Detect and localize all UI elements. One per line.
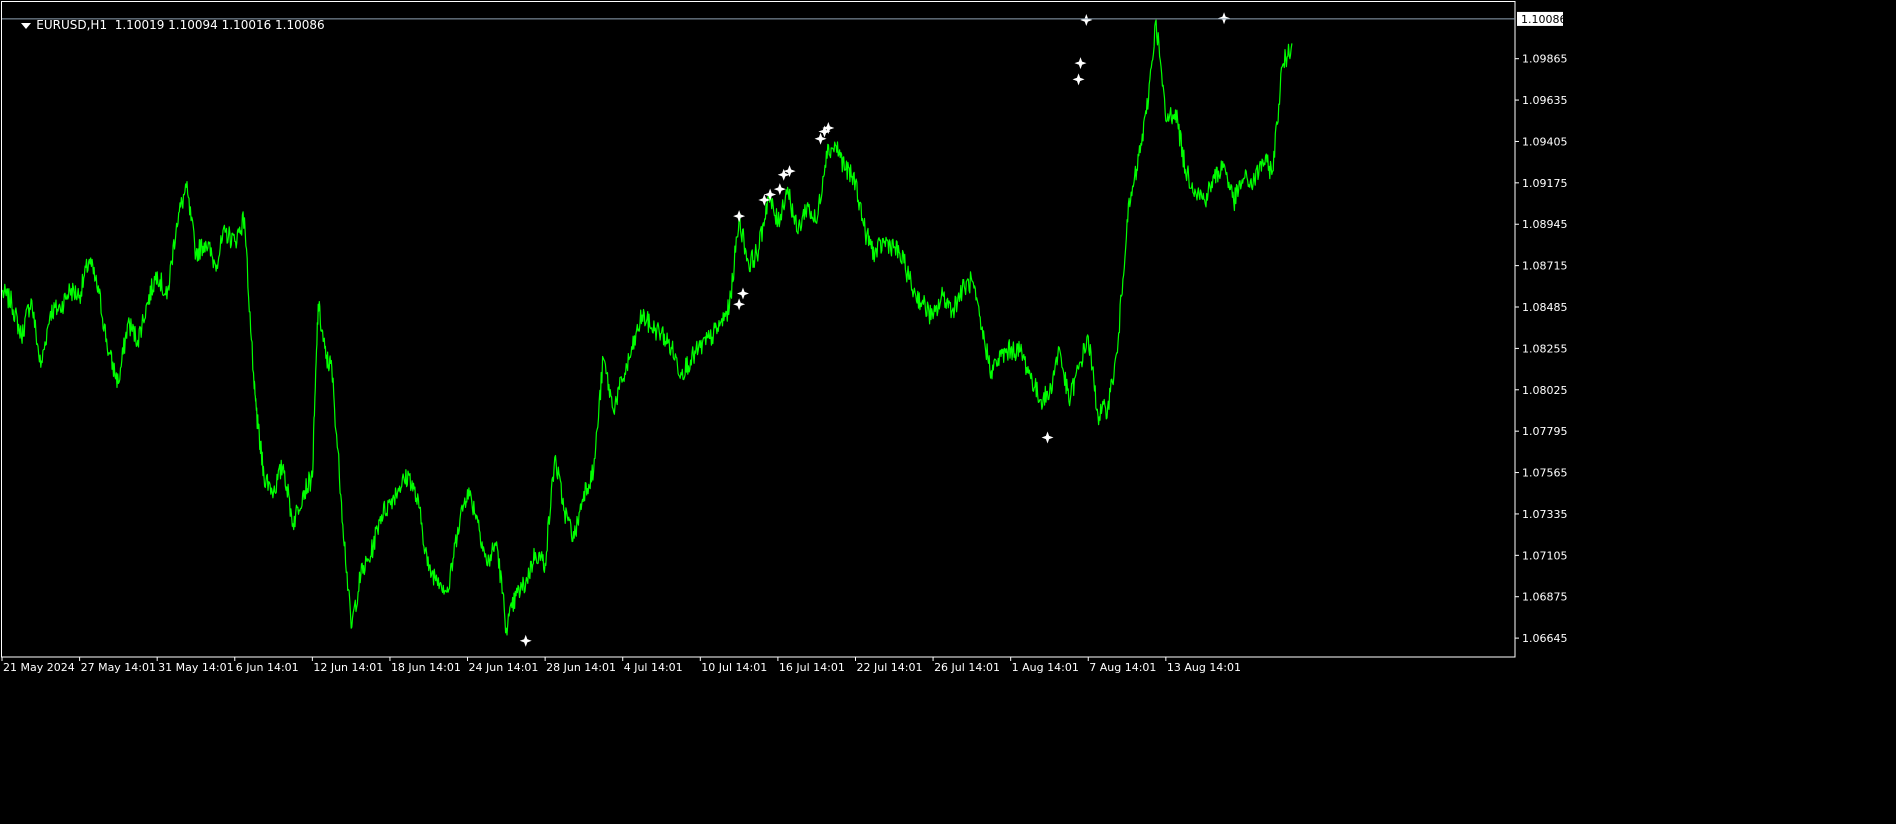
ohlc-values: 1.10019 1.10094 1.10016 1.10086 bbox=[114, 18, 325, 32]
y-tick-label-3: 1.09175 bbox=[1522, 177, 1568, 190]
y-tick-label-5: 1.08715 bbox=[1522, 260, 1568, 273]
chevron-down-icon[interactable] bbox=[21, 22, 32, 29]
x-tick-label-7: 28 Jun 14:01 bbox=[546, 661, 616, 674]
x-tick-label-11: 22 Jul 14:01 bbox=[856, 661, 922, 674]
y-tick-label-6: 1.08485 bbox=[1522, 301, 1568, 314]
y-tick-label-4: 1.08945 bbox=[1522, 218, 1568, 231]
x-tick-label-4: 12 Jun 14:01 bbox=[313, 661, 383, 674]
y-tick-label-0: 1.09865 bbox=[1522, 53, 1568, 66]
y-tick-label-14: 1.06645 bbox=[1522, 632, 1568, 645]
y-tick-label-11: 1.07335 bbox=[1522, 508, 1568, 521]
y-tick-label-7: 1.08255 bbox=[1522, 342, 1568, 355]
x-tick-label-12: 26 Jul 14:01 bbox=[934, 661, 1000, 674]
chart-window[interactable]: 1.09865 1.09635 1.09405 1.09175 1.08945 1.087… bbox=[0, 0, 1896, 820]
chart-header[interactable]: EURUSD,H1 1.10019 1.10094 1.10016 1.1008… bbox=[6, 4, 325, 46]
symbol-timeframe: EURUSD,H1 bbox=[36, 18, 108, 32]
x-tick-label-1: 27 May 14:01 bbox=[81, 661, 156, 674]
x-tick-label-10: 16 Jul 14:01 bbox=[779, 661, 845, 674]
x-tick-label-3: 6 Jun 14:01 bbox=[236, 661, 299, 674]
y-tick-label-8: 1.08025 bbox=[1522, 384, 1568, 397]
y-tick-label-1: 1.09635 bbox=[1522, 94, 1568, 107]
current-price-label: 1.10086 bbox=[1521, 13, 1567, 26]
y-tick-label-2: 1.09405 bbox=[1522, 135, 1568, 148]
x-tick-label-6: 24 Jun 14:01 bbox=[469, 661, 539, 674]
x-tick-label-13: 1 Aug 14:01 bbox=[1012, 661, 1079, 674]
price-chart[interactable]: 1.09865 1.09635 1.09405 1.09175 1.08945 1.087… bbox=[0, 0, 1896, 820]
y-tick-label-13: 1.06875 bbox=[1522, 591, 1568, 604]
x-tick-label-8: 4 Jul 14:01 bbox=[624, 661, 683, 674]
y-tick-label-10: 1.07565 bbox=[1522, 467, 1568, 480]
y-tick-label-12: 1.07105 bbox=[1522, 549, 1568, 562]
x-tick-label-2: 31 May 14:01 bbox=[158, 661, 233, 674]
x-tick-label-15: 13 Aug 14:01 bbox=[1167, 661, 1241, 674]
x-tick-label-0: 21 May 2024 bbox=[3, 661, 75, 674]
x-tick-label-5: 18 Jun 14:01 bbox=[391, 661, 461, 674]
chart-background bbox=[0, 0, 1896, 820]
y-tick-label-9: 1.07795 bbox=[1522, 425, 1568, 438]
x-tick-label-9: 10 Jul 14:01 bbox=[701, 661, 767, 674]
x-tick-label-14: 7 Aug 14:01 bbox=[1089, 661, 1156, 674]
